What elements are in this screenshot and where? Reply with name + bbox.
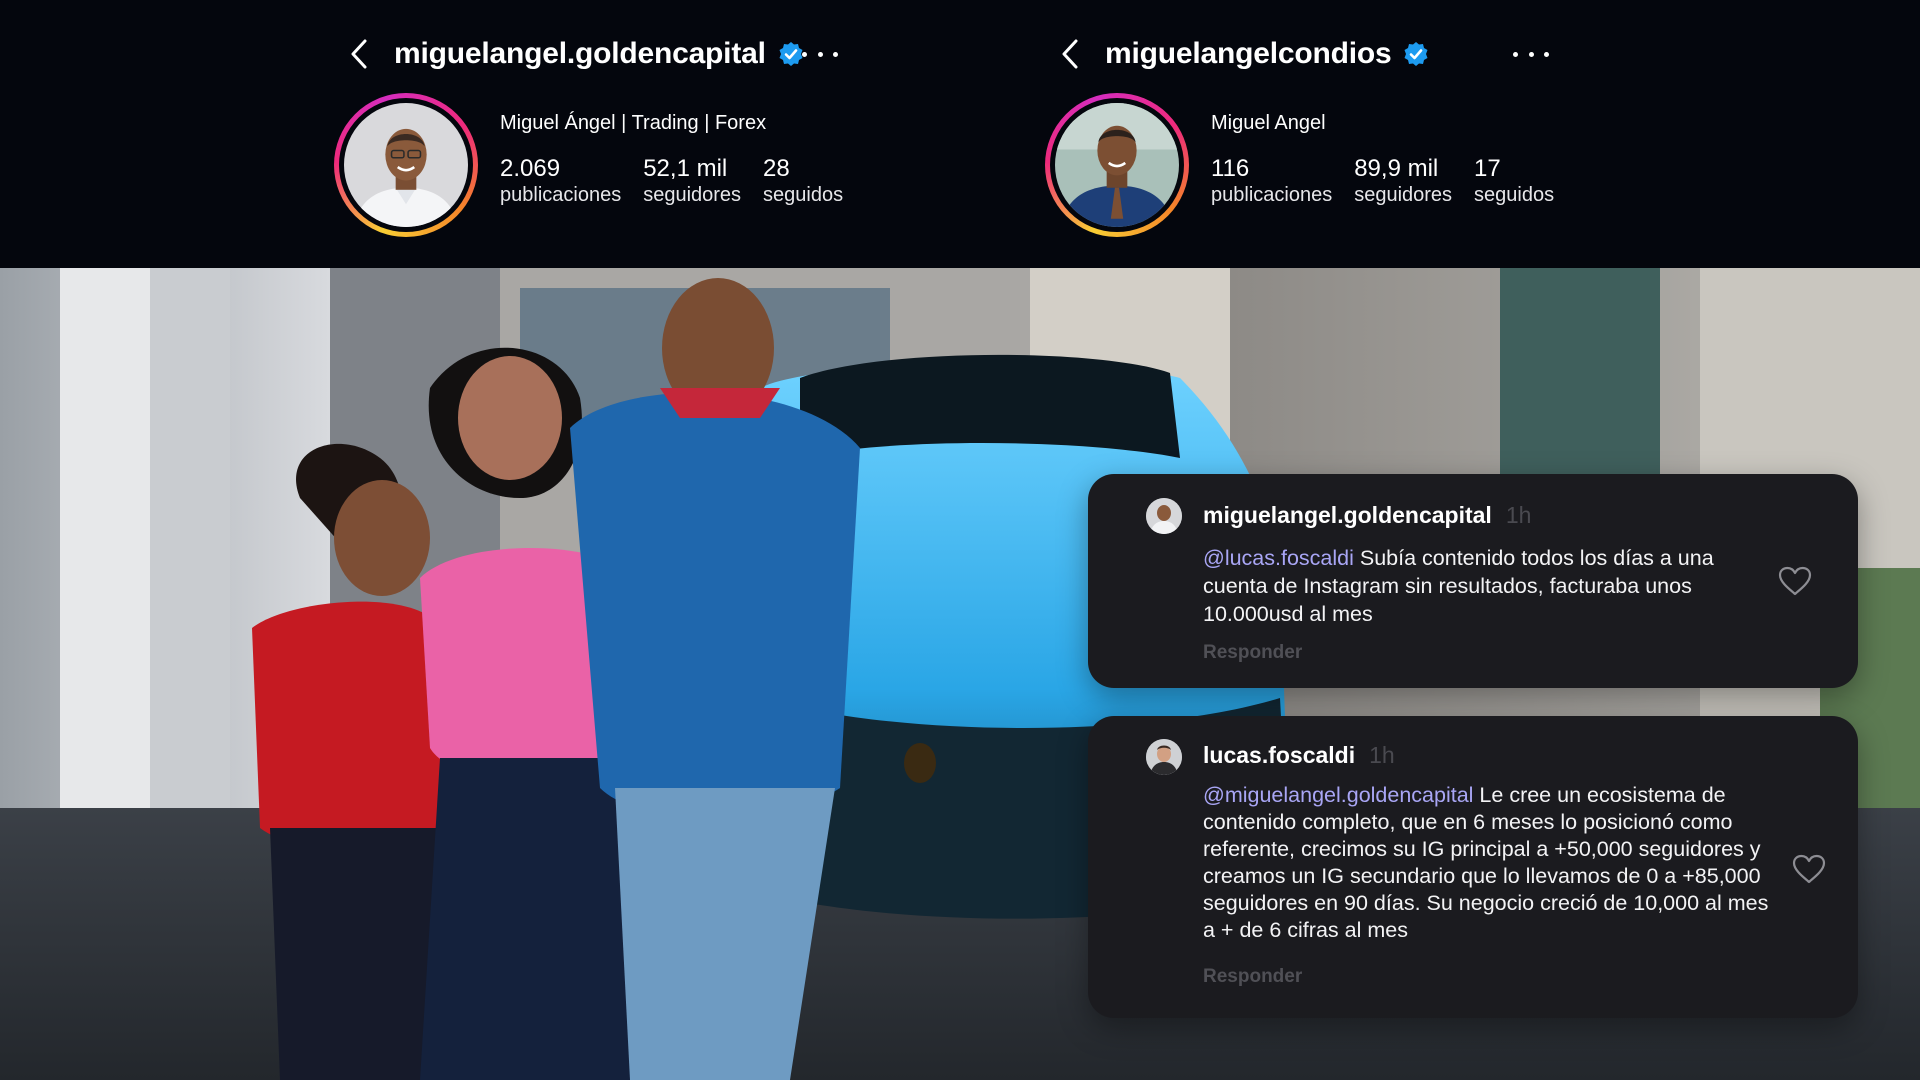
comment-username-text: lucas.foscaldi [1203,742,1356,768]
verified-badge-icon [1404,42,1428,66]
stat-posts[interactable]: 2.069 publicaciones [500,155,621,207]
stat-label: seguidos [1474,184,1555,206]
profile-avatar [1055,103,1179,227]
comment-timestamp: 1h [1505,502,1532,528]
profile-stats: 116 publicaciones 89,9 mil seguidores 17… [1211,155,1576,207]
profiles-header-band: miguelangel.goldencapital Miguel Ángel |… [0,0,1920,268]
chevron-left-icon [1062,39,1078,69]
story-ring[interactable] [334,93,478,237]
story-ring[interactable] [1045,93,1189,237]
profile-display-name: Miguel Ángel | Trading | Forex [500,112,767,134]
stat-value: 89,9 mil [1354,155,1439,182]
comment-text: @miguelangel.goldencapital Le cree un ec… [1203,782,1783,944]
back-button[interactable] [344,34,374,74]
stat-value: 52,1 mil [643,155,728,182]
stat-followers[interactable]: 89,9 mil seguidores [1354,155,1452,207]
profile-info: Miguel Ángel | Trading | Forex 2.069 pub… [500,112,865,207]
more-options-button[interactable] [1513,40,1549,68]
stat-followers[interactable]: 52,1 mil seguidores [643,155,741,207]
comment-card: miguelangel.goldencapital 1h @lucas.fosca… [1088,474,1858,688]
stat-label: seguidores [643,184,742,206]
comment-text: @lucas.foscaldi Subía contenido todos lo… [1203,544,1763,628]
stat-value: 28 [763,155,790,182]
comment-avatar[interactable] [1146,498,1182,534]
heart-icon[interactable] [1792,854,1826,884]
profile-display-name: Miguel Angel [1211,112,1326,134]
profile-header-condios: miguelangelcondios Miguel Angel 116 publ… [1041,0,1601,268]
reply-button[interactable]: Responder [1203,966,1302,988]
profile-top-bar: miguelangelcondios [1055,34,1575,74]
stat-value: 17 [1474,155,1501,182]
profile-username: miguelangelcondios [1105,37,1392,70]
stat-following[interactable]: 28 seguidos [763,155,843,207]
comment-mention[interactable]: @miguelangel.goldencapital [1203,783,1473,807]
comment-username[interactable]: lucas.foscaldi 1h [1203,742,1395,769]
comment-username[interactable]: miguelangel.goldencapital 1h [1203,502,1531,529]
stat-posts[interactable]: 116 publicaciones [1211,155,1332,207]
comment-timestamp: 1h [1369,742,1395,768]
comment-mention[interactable]: @lucas.foscaldi [1203,546,1354,570]
profile-header-goldencapital: miguelangel.goldencapital Miguel Ángel |… [330,0,890,268]
stat-value: 2.069 [500,155,561,182]
stat-label: seguidores [1354,184,1453,206]
profile-info: Miguel Angel 116 publicaciones 89,9 mil … [1211,112,1576,207]
profile-stats: 2.069 publicaciones 52,1 mil seguidores … [500,155,865,207]
stat-value: 116 [1211,155,1250,182]
profile-username: miguelangel.goldencapital [394,37,766,70]
comment-avatar[interactable] [1146,739,1182,775]
stat-label: publicaciones [1211,184,1333,206]
comment-card: lucas.foscaldi 1h @miguelangel.goldencapi… [1088,716,1858,1018]
stat-label: publicaciones [500,184,622,206]
comment-username-text: miguelangel.goldencapital [1203,502,1492,528]
profile-avatar [344,103,468,227]
back-button[interactable] [1055,34,1085,74]
reply-button[interactable]: Responder [1203,642,1302,664]
stat-label: seguidos [763,184,844,206]
heart-icon[interactable] [1778,566,1812,596]
chevron-left-icon [351,39,367,69]
stat-following[interactable]: 17 seguidos [1474,155,1554,207]
profile-top-bar: miguelangel.goldencapital [344,34,864,74]
verified-badge-icon [779,42,803,66]
more-options-button[interactable] [802,40,838,68]
